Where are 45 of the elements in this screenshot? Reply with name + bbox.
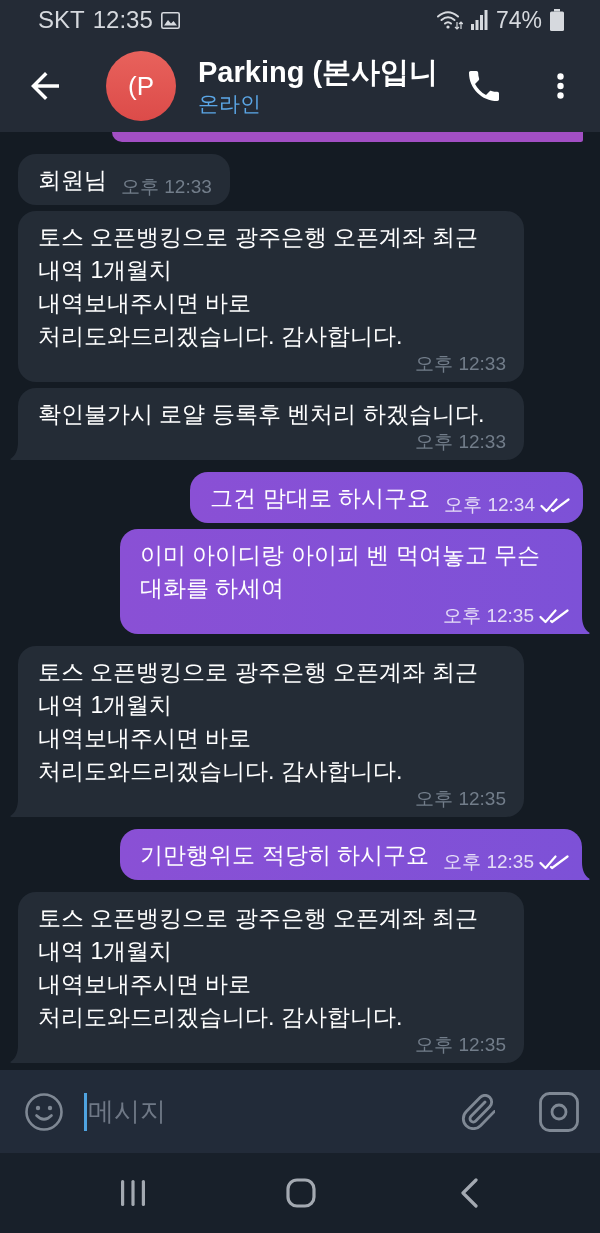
clock-time: 12:35 — [92, 6, 153, 34]
text-cursor-icon — [84, 1092, 87, 1131]
message-text: 그건 맘대로 하시구요 — [210, 484, 431, 513]
message-time: 오후 12:35 — [415, 1034, 506, 1056]
home-icon — [286, 1178, 316, 1208]
message-text: 회원님 — [38, 166, 107, 195]
attach-button[interactable] — [461, 1093, 495, 1130]
camera-button[interactable] — [539, 1091, 579, 1132]
message-text: 토스 오픈뱅킹으로 광주은행 오픈계좌 최근 내역 1개월치 내역보내주시면 바로 처리도와드리겠습니다. 감사합니다. — [38, 658, 478, 786]
paperclip-icon — [461, 1093, 495, 1130]
emoji-button[interactable] — [25, 1092, 63, 1131]
message-text: 이미 아이디랑 아이피 벤 먹여놓고 무슨 대화를 하세여 — [140, 541, 542, 603]
message-time: 오후 12:33 — [415, 353, 506, 375]
wifi-icon — [436, 10, 463, 30]
recent-apps-icon — [120, 1179, 146, 1207]
menu-icon — [556, 73, 564, 99]
message-text: 확인불가시 로얄 등록후 벤처리 하겠습니다. — [38, 400, 485, 429]
phone-icon — [469, 71, 499, 101]
call-button[interactable] — [468, 71, 500, 101]
online-status: 온라인 — [198, 91, 261, 117]
message-time: 오후 12:35 — [443, 605, 534, 627]
message-text: 토스 오픈뱅킹으로 광주은행 오픈계좌 최근 내역 1개월치 내역보내주시면 바로 처리도와드리겠습니다. 감사합니다. — [38, 223, 478, 351]
message-time: 오후 12:33 — [415, 431, 506, 453]
message-time: 오후 12:35 — [443, 851, 534, 873]
battery-icon — [550, 9, 564, 31]
smiley-icon — [25, 1092, 63, 1131]
chevron-left-icon — [460, 1178, 478, 1208]
back-arrow-icon — [31, 72, 59, 100]
nav-back-button[interactable] — [459, 1178, 479, 1208]
message-text: 토스 오픈뱅킹으로 광주은행 오픈계좌 최근 내역 1개월치 내역보내주시면 바로 처리도와드리겠습니다. 감사합니다. — [38, 904, 478, 1032]
message-text: 기만행위도 적당히 하시구요 — [140, 841, 430, 870]
signal-icon — [470, 10, 488, 30]
carrier-name: SKT — [38, 6, 85, 34]
message-time: 오후 12:34 — [444, 494, 535, 516]
chat-title[interactable]: Parking (본사입니 — [198, 54, 439, 90]
image-icon — [160, 11, 180, 29]
back-button[interactable] — [31, 72, 59, 100]
avatar[interactable]: (P — [106, 51, 176, 121]
battery-percent: 74% — [495, 6, 542, 34]
camera-icon — [539, 1091, 579, 1132]
message-time: 오후 12:33 — [121, 176, 212, 198]
home-button[interactable] — [286, 1178, 316, 1208]
recent-apps-button[interactable] — [119, 1179, 147, 1207]
message-time: 오후 12:35 — [415, 788, 506, 810]
message-input[interactable]: 메시지 — [84, 1089, 461, 1134]
